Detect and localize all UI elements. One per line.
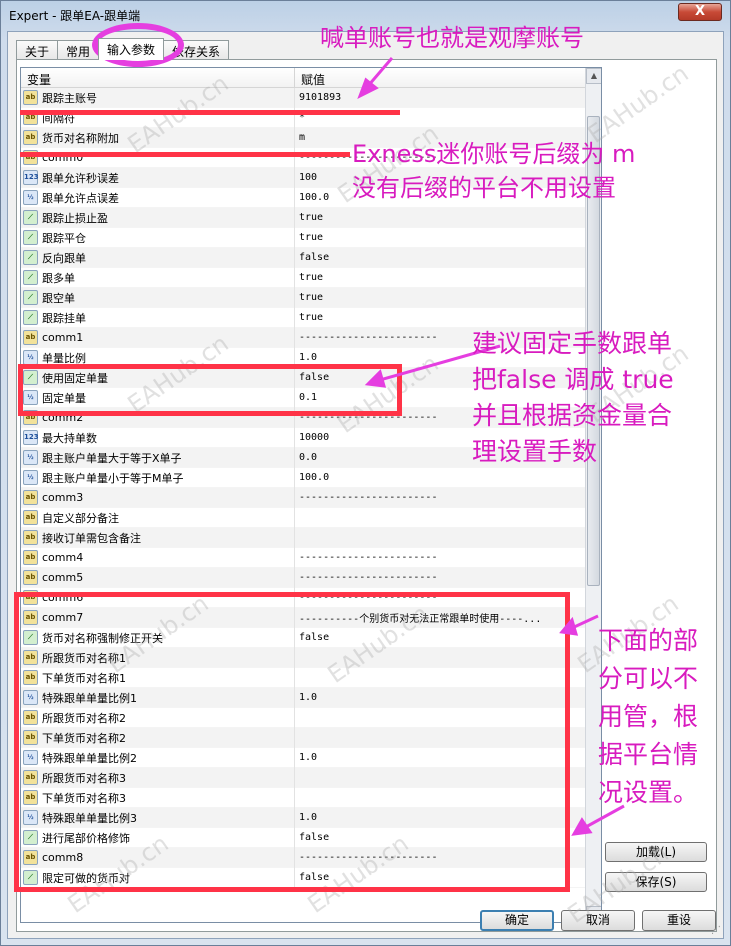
annotation-line: 下面的部 <box>598 626 699 655</box>
tab-2[interactable]: 输入参数 <box>98 38 165 60</box>
annotation-line: 用管，根 <box>598 702 699 731</box>
arrow-head-icon <box>357 77 379 100</box>
annotation-line: 理设置手数 <box>472 437 598 466</box>
annotation-ignore-section: 下面的部 分可以不 用管，根 据平台情 况设置。 <box>598 622 698 812</box>
annotation-line: 把false 调成 true <box>472 365 674 394</box>
annotation-line: 没有后缀的平台不用设置 <box>352 174 616 202</box>
annotation-line: 况设置。 <box>598 778 699 807</box>
annotation-line: 分可以不 <box>598 664 699 693</box>
arrow-head-icon <box>571 817 593 836</box>
arrow-head-icon <box>364 369 387 388</box>
annotation-suffix: Exness迷你账号后缀为 m 没有后缀的平台不用设置 <box>352 137 635 205</box>
arrow-head-icon <box>559 616 579 636</box>
annotation-line: 建议固定手数跟单 <box>472 329 673 358</box>
annotation-line: 据平台情 <box>598 740 699 769</box>
annotation-line: 并且根据资金量合 <box>472 401 673 430</box>
arrow-line <box>366 57 394 87</box>
annotation-fixed-lot: 建议固定手数跟单 把false 调成 true 并且根据资金量合 理设置手数 <box>472 326 674 470</box>
annotation-master-account: 喊单账号也就是观摩账号 <box>320 24 584 52</box>
arrow-line <box>571 614 599 630</box>
annotation-line: Exness迷你账号后缀为 m <box>352 140 636 168</box>
